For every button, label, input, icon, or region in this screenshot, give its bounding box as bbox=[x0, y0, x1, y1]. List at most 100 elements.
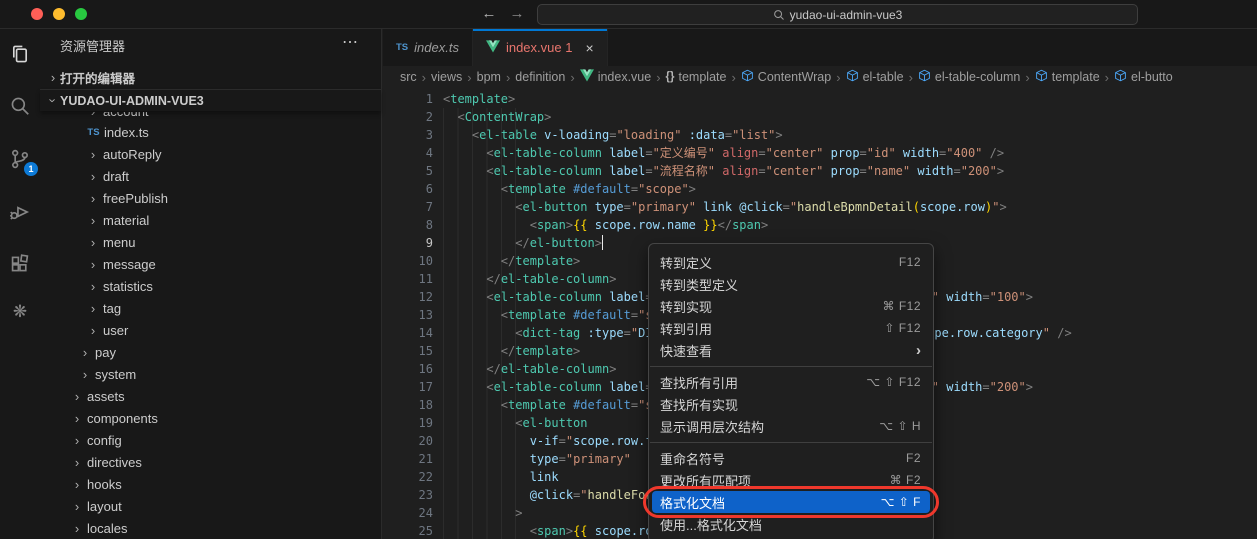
navigate-back-button[interactable]: ← bbox=[478, 4, 500, 24]
line-number[interactable]: 25 bbox=[383, 522, 433, 539]
line-number[interactable]: 21 bbox=[383, 450, 433, 468]
code-line[interactable]: 8 <span>{{ scope.row.name }}</span> bbox=[383, 216, 1257, 234]
line-number[interactable]: 20 bbox=[383, 432, 433, 450]
tab-index.vue-1[interactable]: index.vue 1× bbox=[473, 29, 608, 66]
breadcrumb-item-src[interactable]: src bbox=[400, 70, 417, 84]
line-number[interactable]: 3 bbox=[383, 126, 433, 144]
maximize-window-button[interactable] bbox=[75, 8, 87, 20]
line-number[interactable]: 2 bbox=[383, 108, 433, 126]
close-window-button[interactable] bbox=[31, 8, 43, 20]
menu-item-查找所有实现[interactable]: 查找所有实现 bbox=[649, 393, 933, 415]
menu-item-查找所有引用[interactable]: 查找所有引用⌥ ⇧ F12 bbox=[649, 371, 933, 393]
breadcrumb-item-template[interactable]: template bbox=[1035, 69, 1100, 85]
menu-item-转到定义[interactable]: 转到定义F12 bbox=[649, 251, 933, 273]
tree-item-index.ts[interactable]: TSindex.ts bbox=[40, 121, 380, 143]
tree-item-message[interactable]: ›message bbox=[40, 253, 380, 275]
tree-item-user[interactable]: ›user bbox=[40, 319, 380, 341]
breadcrumb-label: el-butto bbox=[1131, 70, 1173, 84]
menu-item-转到类型定义[interactable]: 转到类型定义 bbox=[649, 273, 933, 295]
code-line[interactable]: 1<template> bbox=[383, 90, 1257, 108]
menu-item-重命名符号[interactable]: 重命名符号F2 bbox=[649, 447, 933, 469]
close-icon[interactable]: × bbox=[585, 40, 593, 56]
line-number[interactable]: 16 bbox=[383, 360, 433, 378]
line-number[interactable]: 18 bbox=[383, 396, 433, 414]
tree-item-system[interactable]: ›system bbox=[40, 363, 380, 385]
tree-item-locales[interactable]: ›locales bbox=[40, 517, 380, 539]
menu-item-显示调用层次结构[interactable]: 显示调用层次结构⌥ ⇧ H bbox=[649, 415, 933, 437]
breadcrumb-item-views[interactable]: views bbox=[431, 70, 462, 84]
tree-item-draft[interactable]: ›draft bbox=[40, 165, 380, 187]
line-number[interactable]: 9 bbox=[383, 234, 433, 252]
line-number[interactable]: 17 bbox=[383, 378, 433, 396]
open-editors-label: 打开的编辑器 bbox=[60, 68, 135, 87]
tree-item-material[interactable]: ›material bbox=[40, 209, 380, 231]
line-number[interactable]: 13 bbox=[383, 306, 433, 324]
breadcrumb-item-definition[interactable]: definition bbox=[515, 70, 565, 84]
code-line[interactable]: 3 <el-table v-loading="loading" :data="l… bbox=[383, 126, 1257, 144]
code-line[interactable]: 5 <el-table-column label="流程名称" align="c… bbox=[383, 162, 1257, 180]
code-line[interactable]: 6 <template #default="scope"> bbox=[383, 180, 1257, 198]
tree-item-config[interactable]: ›config bbox=[40, 429, 380, 451]
line-number[interactable]: 1 bbox=[383, 90, 433, 108]
chatgpt-icon[interactable]: ❋ bbox=[8, 300, 32, 324]
code-line[interactable]: 7 <el-button type="primary" link @click=… bbox=[383, 198, 1257, 216]
tree-item-account[interactable]: ›account bbox=[40, 112, 380, 121]
line-number[interactable]: 5 bbox=[383, 162, 433, 180]
command-center-search[interactable]: yudao-ui-admin-vue3 bbox=[537, 4, 1138, 25]
file-tree: ›accountTSindex.ts›autoReply›draft›freeP… bbox=[40, 112, 380, 539]
breadcrumb-label: index.vue bbox=[598, 70, 652, 84]
tree-item-components[interactable]: ›components bbox=[40, 407, 380, 429]
tree-item-layout[interactable]: ›layout bbox=[40, 495, 380, 517]
breadcrumb-item-ContentWrap[interactable]: ContentWrap bbox=[741, 69, 831, 85]
chevron-right-icon: › bbox=[86, 147, 100, 162]
line-number[interactable]: 8 bbox=[383, 216, 433, 234]
breadcrumb-item-template[interactable]: {}template bbox=[666, 70, 727, 84]
tree-item-freePublish[interactable]: ›freePublish bbox=[40, 187, 380, 209]
menu-item-转到引用[interactable]: 转到引用⇧ F12 bbox=[649, 317, 933, 339]
breadcrumb-item-el-table-column[interactable]: el-table-column bbox=[918, 69, 1020, 85]
line-number[interactable]: 19 bbox=[383, 414, 433, 432]
line-number[interactable]: 24 bbox=[383, 504, 433, 522]
line-number[interactable]: 22 bbox=[383, 468, 433, 486]
tree-item-directives[interactable]: ›directives bbox=[40, 451, 380, 473]
line-number[interactable]: 6 bbox=[383, 180, 433, 198]
breadcrumb-item-bpm[interactable]: bpm bbox=[477, 70, 501, 84]
tree-item-hooks[interactable]: ›hooks bbox=[40, 473, 380, 495]
breadcrumb-item-el-butto[interactable]: el-butto bbox=[1114, 69, 1173, 85]
extensions-icon[interactable] bbox=[8, 252, 32, 276]
code-line[interactable]: 2 <ContentWrap> bbox=[383, 108, 1257, 126]
tree-item-statistics[interactable]: ›statistics bbox=[40, 275, 380, 297]
explorer-icon[interactable] bbox=[8, 42, 32, 66]
source-control-icon[interactable]: 1 bbox=[8, 147, 32, 171]
search-icon[interactable] bbox=[8, 94, 32, 118]
open-editors-section[interactable]: › 打开的编辑器 bbox=[40, 66, 381, 88]
code-text: <el-button type="primary" link @click="h… bbox=[443, 198, 1007, 216]
line-number[interactable]: 23 bbox=[383, 486, 433, 504]
tab-index.ts[interactable]: TSindex.ts bbox=[383, 29, 473, 66]
breadcrumb-item-index.vue[interactable]: index.vue bbox=[580, 69, 652, 85]
line-number[interactable]: 10 bbox=[383, 252, 433, 270]
tree-item-autoReply[interactable]: ›autoReply bbox=[40, 143, 380, 165]
menu-item-格式化文档[interactable]: 格式化文档⌥ ⇧ F bbox=[652, 491, 930, 513]
line-number[interactable]: 15 bbox=[383, 342, 433, 360]
more-actions-icon[interactable]: ⋯ bbox=[342, 32, 359, 52]
tree-item-tag[interactable]: ›tag bbox=[40, 297, 380, 319]
menu-item-使用...格式化文档[interactable]: 使用...格式化文档 bbox=[649, 513, 933, 535]
run-debug-icon[interactable] bbox=[8, 200, 32, 224]
tree-item-pay[interactable]: ›pay bbox=[40, 341, 380, 363]
navigate-forward-button[interactable]: → bbox=[506, 4, 528, 24]
line-number[interactable]: 11 bbox=[383, 270, 433, 288]
menu-item-转到实现[interactable]: 转到实现⌘ F12 bbox=[649, 295, 933, 317]
line-number[interactable]: 12 bbox=[383, 288, 433, 306]
tree-item-menu[interactable]: ›menu bbox=[40, 231, 380, 253]
tree-item-assets[interactable]: ›assets bbox=[40, 385, 380, 407]
line-number[interactable]: 4 bbox=[383, 144, 433, 162]
menu-item-快速查看[interactable]: 快速查看› bbox=[649, 339, 933, 361]
breadcrumb-item-el-table[interactable]: el-table bbox=[846, 69, 904, 85]
minimize-window-button[interactable] bbox=[53, 8, 65, 20]
line-number[interactable]: 14 bbox=[383, 324, 433, 342]
menu-item-更改所有匹配项[interactable]: 更改所有匹配项⌘ F2 bbox=[649, 469, 933, 491]
line-number[interactable]: 7 bbox=[383, 198, 433, 216]
code-line[interactable]: 4 <el-table-column label="定义编号" align="c… bbox=[383, 144, 1257, 162]
project-root-section[interactable]: › YUDAO-UI-ADMIN-VUE3 bbox=[40, 89, 381, 111]
